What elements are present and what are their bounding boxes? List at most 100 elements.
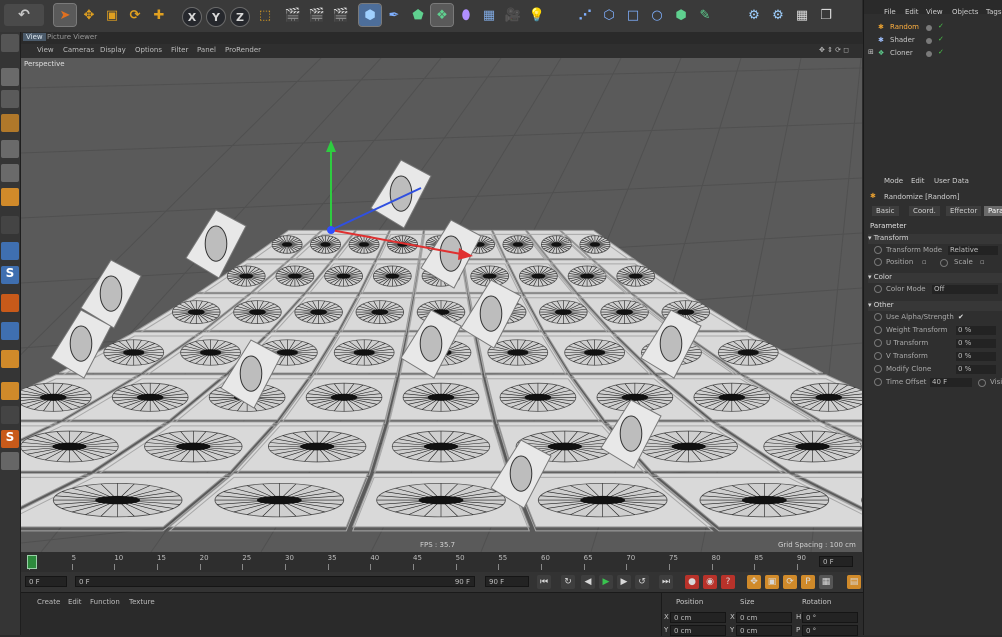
scheme-button[interactable]: ▤ [847,575,861,589]
deformer-button[interactable]: ⬮ [455,4,477,26]
size-y-field[interactable]: 0 cm [736,625,792,636]
modify-clone-field[interactable]: 0 % [956,365,996,374]
transform-section-header[interactable]: ▾ Transform [868,234,1002,244]
keyframe-selection-button[interactable]: ? [721,575,735,589]
viewport-nav-icons[interactable]: ✥ ⇕ ⟳ ◻ [819,46,849,54]
other-section-header[interactable]: ▾ Other [868,301,1002,311]
sculpt-button[interactable] [1,382,19,400]
check-icon[interactable]: ✓ [938,48,944,56]
v-transform-field[interactable]: 0 % [956,352,996,361]
visibility-dot[interactable] [926,51,932,57]
render-region-button[interactable]: ❐ [815,4,837,26]
recent-tool-button[interactable]: ✚ [148,4,170,26]
y-axis-button[interactable]: Y [206,7,226,27]
visibility-dot[interactable] [926,38,932,44]
animate-radio[interactable] [978,379,986,387]
end-frame-field[interactable]: 90 F [485,576,529,587]
axis-button[interactable]: ⚙ [767,4,789,26]
animate-radio[interactable] [874,246,882,254]
record-button[interactable]: ● [685,575,699,589]
menu-panel[interactable]: Panel [197,46,216,54]
object-row-cloner[interactable]: ⊞ ❖ Cloner ✓ [866,48,1001,60]
autokey-button[interactable]: ◉ [703,575,717,589]
u-transform-field[interactable]: 0 % [956,339,996,348]
light-button[interactable]: 💡 [526,4,548,26]
menu-view[interactable]: View [37,46,54,54]
x-axis-button[interactable]: X [182,7,202,27]
check-icon[interactable]: ✓ [938,35,944,43]
animate-radio[interactable] [874,352,882,360]
rot-p-field[interactable]: 0 ° [802,625,858,636]
prev-key-button[interactable]: ↻ [561,575,575,589]
key-scale-button[interactable]: ▣ [765,575,779,589]
menu-edit[interactable]: Edit [68,598,82,606]
animate-radio[interactable] [874,339,882,347]
goto-start-button[interactable]: ⏮ [537,575,551,589]
menu-user-data[interactable]: User Data [934,177,969,185]
key-pla-button[interactable]: ▦ [819,575,833,589]
animate-radio[interactable] [874,378,882,386]
timeline-ruler[interactable]: 051015202530354045505560657075808590 0 F [21,552,863,572]
animate-radio[interactable] [874,313,882,321]
start-frame-field[interactable]: 0 F [25,576,67,587]
color-section-header[interactable]: ▾ Color [868,273,1002,283]
next-frame-button[interactable]: ▶ [617,575,631,589]
transform-mode-dropdown[interactable]: Relative [948,246,998,255]
pos-x-field[interactable]: 0 cm [670,612,726,623]
color-mode-dropdown[interactable]: Off [932,285,998,294]
menu-tags[interactable]: Tags [986,8,1002,16]
z-axis-button[interactable]: Z [230,7,250,27]
object-row-random[interactable]: ✱ Random ✓ [866,22,1001,34]
check-icon[interactable]: ✓ [938,22,944,30]
key-position-button[interactable]: ✥ [747,575,761,589]
visibility-dot[interactable] [926,25,932,31]
coordinate-system-button[interactable]: ⬚ [254,4,276,26]
uv-mode-button[interactable]: ○ [646,4,668,26]
key-parameter-button[interactable]: P [801,575,815,589]
texture-mode-button[interactable]: ⬢ [670,4,692,26]
enable-axis-button[interactable] [1,216,19,234]
texture-mode-button-left[interactable] [1,90,19,108]
menu-filter[interactable]: Filter [171,46,188,54]
timeline-playhead[interactable] [27,555,37,569]
tab-picture-viewer[interactable]: Picture Viewer [47,33,97,41]
prev-frame-button[interactable]: ◀ [581,575,595,589]
polygons-mode-button[interactable]: □ [622,4,644,26]
pen-tool-button[interactable]: ✒ [383,4,405,26]
points-mode-button[interactable]: ⋰ [574,4,596,26]
menu-options[interactable]: Options [135,46,162,54]
animate-radio[interactable] [940,259,948,267]
time-offset-field[interactable]: 40 F [930,378,972,387]
tab-basic[interactable]: Basic [872,206,899,216]
menu-create[interactable]: Create [37,598,60,606]
menu-edit-obj[interactable]: Edit [905,8,919,16]
size-x-field[interactable]: 0 cm [736,612,792,623]
scale-checkbox[interactable]: ▫ [980,258,985,266]
expand-icon[interactable]: ⊞ [868,48,874,56]
make-editable-button[interactable] [1,34,19,52]
tab-effector[interactable]: Effector [946,206,981,216]
cloner-button[interactable]: ❖ [431,4,453,26]
download-button[interactable] [1,452,19,470]
render-view-button[interactable]: 🎬 [282,4,304,26]
solo-button[interactable] [1,350,19,368]
polygons-button-left[interactable] [1,188,19,206]
edges-mode-button[interactable]: ⬡ [598,4,620,26]
menu-edit-attr[interactable]: Edit [911,177,925,185]
menu-function[interactable]: Function [90,598,120,606]
model-mode-button[interactable] [1,68,19,86]
3d-viewport[interactable] [21,58,862,552]
edges-button-left[interactable] [1,164,19,182]
menu-mode[interactable]: Mode [884,177,903,185]
workplane-mode-button[interactable] [1,114,19,132]
menu-cameras[interactable]: Cameras [63,46,94,54]
planar-workplane-button[interactable] [1,322,19,340]
grid-button[interactable]: ▦ [791,4,813,26]
floor-button[interactable]: ▦ [478,4,500,26]
move-tool-button[interactable]: ✥ [78,4,100,26]
scale-tool-button[interactable]: ▣ [101,4,123,26]
animate-radio[interactable] [874,258,882,266]
tab-coord[interactable]: Coord. [909,206,940,216]
render-settings-button[interactable]: 🎬 [330,4,352,26]
symmetry-button[interactable] [1,406,19,424]
